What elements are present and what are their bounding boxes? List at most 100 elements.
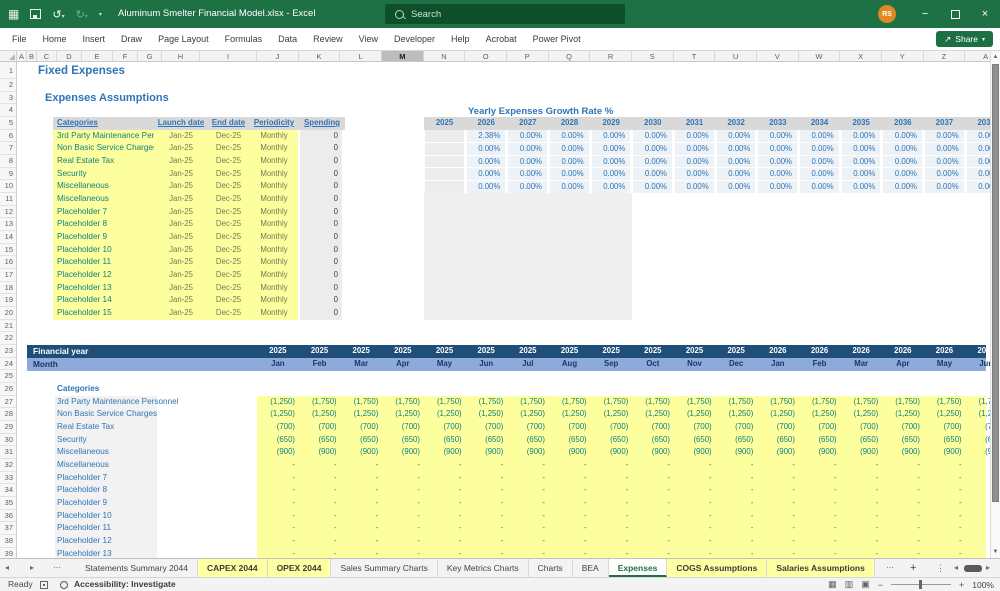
assumption-category-cell[interactable]: Placeholder 15 bbox=[57, 307, 154, 320]
growth-rate-cell[interactable]: 0.00% bbox=[883, 130, 922, 142]
assumption-category-cell[interactable]: Placeholder 14 bbox=[57, 294, 154, 307]
growth-rate-cell[interactable]: 0.00% bbox=[675, 168, 714, 180]
monthly-value-cell[interactable]: - bbox=[507, 497, 545, 510]
next-sheet-icon[interactable]: ▸ bbox=[30, 559, 34, 577]
column-header-R[interactable]: R bbox=[590, 51, 632, 62]
monthly-value-cell[interactable]: (900) bbox=[590, 446, 628, 459]
monthly-value-cell[interactable]: - bbox=[965, 535, 990, 548]
prev-sheet-icon[interactable]: ◂ bbox=[5, 559, 9, 577]
monthly-category-cell[interactable]: Placeholder 12 bbox=[55, 535, 157, 548]
assumption-end-cell[interactable]: Dec-25 bbox=[207, 307, 250, 320]
assumption-category-cell[interactable]: Placeholder 8 bbox=[57, 218, 154, 231]
growth-rate-cell[interactable] bbox=[425, 130, 464, 142]
assumption-end-cell[interactable]: Dec-25 bbox=[207, 231, 250, 244]
column-header-X[interactable]: X bbox=[840, 51, 882, 62]
assumption-category-cell[interactable]: Miscellaneous bbox=[57, 193, 154, 206]
column-header-C[interactable]: C bbox=[37, 51, 57, 62]
growth-rate-cell[interactable]: 0.00% bbox=[717, 156, 756, 168]
column-header-K[interactable]: K bbox=[299, 51, 341, 62]
growth-rate-cell[interactable]: 0.00% bbox=[842, 156, 881, 168]
assumption-category-cell[interactable]: Real Estate Tax bbox=[57, 155, 154, 168]
monthly-category-cell[interactable]: Real Estate Tax bbox=[55, 421, 157, 434]
row-header-12[interactable]: 12 bbox=[0, 206, 17, 219]
ribbon-tab-file[interactable]: File bbox=[4, 34, 35, 44]
monthly-value-cell[interactable]: - bbox=[340, 535, 378, 548]
monthly-value-cell[interactable]: - bbox=[632, 484, 670, 497]
monthly-value-cell[interactable]: (1,250) bbox=[507, 408, 545, 421]
column-header-I[interactable]: I bbox=[200, 51, 257, 62]
excel-app-icon[interactable]: ▦ bbox=[8, 8, 19, 20]
growth-rate-cell[interactable]: 0.00% bbox=[925, 181, 964, 193]
monthly-value-cell[interactable]: - bbox=[590, 522, 628, 535]
monthly-value-cell[interactable]: (650) bbox=[632, 434, 670, 447]
monthly-value-cell[interactable]: - bbox=[257, 510, 295, 523]
assumption-spending-cell[interactable]: 0 bbox=[300, 269, 338, 282]
assumption-launch-cell[interactable]: Jan-25 bbox=[155, 307, 207, 320]
monthly-value-cell[interactable]: - bbox=[424, 522, 462, 535]
assumption-category-cell[interactable]: 3rd Party Maintenance Personnel bbox=[57, 130, 154, 143]
monthly-value-cell[interactable]: (700) bbox=[674, 421, 712, 434]
monthly-value-cell[interactable]: - bbox=[882, 459, 920, 472]
row-header-6[interactable]: 6 bbox=[0, 130, 17, 143]
column-header-Y[interactable]: Y bbox=[882, 51, 924, 62]
monthly-value-cell[interactable]: - bbox=[590, 535, 628, 548]
monthly-value-cell[interactable]: - bbox=[507, 459, 545, 472]
monthly-value-cell[interactable]: (650) bbox=[257, 434, 295, 447]
monthly-value-cell[interactable]: - bbox=[840, 484, 878, 497]
column-header-E[interactable]: E bbox=[82, 51, 113, 62]
row-header-37[interactable]: 37 bbox=[0, 522, 17, 535]
monthly-value-cell[interactable]: (900) bbox=[507, 446, 545, 459]
monthly-value-cell[interactable]: (650) bbox=[549, 434, 587, 447]
assumption-spending-cell[interactable]: 0 bbox=[300, 294, 338, 307]
sheet-tab-sales-summary-charts[interactable]: Sales Summary Charts bbox=[331, 559, 437, 577]
growth-rate-cell[interactable]: 0.00% bbox=[800, 156, 839, 168]
monthly-value-cell[interactable]: - bbox=[674, 548, 712, 558]
monthly-value-cell[interactable]: - bbox=[715, 535, 753, 548]
monthly-category-cell[interactable]: Miscellaneous bbox=[55, 446, 157, 459]
vertical-scrollbar-thumb[interactable] bbox=[992, 64, 999, 502]
monthly-value-cell[interactable]: - bbox=[382, 459, 420, 472]
monthly-value-cell[interactable]: - bbox=[465, 472, 503, 485]
sheet-tab-cogs-assumptions[interactable]: COGS Assumptions bbox=[667, 559, 767, 577]
growth-rate-cell[interactable]: 0.00% bbox=[550, 156, 589, 168]
sheet-tab-cha[interactable]: Cha bbox=[875, 559, 882, 577]
monthly-value-cell[interactable]: (1,750) bbox=[549, 396, 587, 409]
assumption-end-cell[interactable]: Dec-25 bbox=[207, 142, 250, 155]
ribbon-tab-formulas[interactable]: Formulas bbox=[217, 34, 271, 44]
growth-rate-cell[interactable]: 0.00% bbox=[592, 130, 631, 142]
row-header-32[interactable]: 32 bbox=[0, 459, 17, 472]
monthly-value-cell[interactable]: - bbox=[799, 510, 837, 523]
macro-record-icon[interactable] bbox=[40, 581, 48, 589]
growth-rate-cell[interactable]: 0.00% bbox=[675, 130, 714, 142]
assumption-launch-cell[interactable]: Jan-25 bbox=[155, 130, 207, 143]
row-header-36[interactable]: 36 bbox=[0, 510, 17, 523]
growth-rate-cell[interactable]: 0.00% bbox=[550, 130, 589, 142]
row-header-8[interactable]: 8 bbox=[0, 155, 17, 168]
growth-rate-cell[interactable]: 0.00% bbox=[633, 156, 672, 168]
monthly-value-cell[interactable]: (650) bbox=[882, 434, 920, 447]
row-header-15[interactable]: 15 bbox=[0, 244, 17, 257]
column-header-S[interactable]: S bbox=[632, 51, 674, 62]
monthly-value-cell[interactable]: - bbox=[424, 459, 462, 472]
growth-rate-cell[interactable]: 0.00% bbox=[508, 143, 547, 155]
sheet-tab-charts[interactable]: Charts bbox=[529, 559, 573, 577]
growth-rate-cell[interactable]: 0.00% bbox=[633, 143, 672, 155]
row-header-11[interactable]: 11 bbox=[0, 193, 17, 206]
column-header-T[interactable]: T bbox=[674, 51, 716, 62]
monthly-value-cell[interactable]: (1,750) bbox=[382, 396, 420, 409]
zoom-out-icon[interactable]: − bbox=[878, 580, 883, 590]
monthly-value-cell[interactable]: - bbox=[465, 484, 503, 497]
scroll-up-icon[interactable]: ▲ bbox=[991, 51, 1000, 63]
monthly-value-cell[interactable]: (1,750) bbox=[799, 396, 837, 409]
monthly-value-cell[interactable]: (1,750) bbox=[632, 396, 670, 409]
monthly-category-cell[interactable]: Placeholder 8 bbox=[55, 484, 157, 497]
monthly-value-cell[interactable]: - bbox=[882, 484, 920, 497]
monthly-value-cell[interactable]: - bbox=[965, 548, 990, 558]
growth-rate-cell[interactable]: 0.00% bbox=[508, 156, 547, 168]
monthly-value-cell[interactable]: - bbox=[882, 535, 920, 548]
monthly-value-cell[interactable]: - bbox=[465, 522, 503, 535]
monthly-value-cell[interactable]: (900) bbox=[799, 446, 837, 459]
growth-rate-cell[interactable]: 0.00% bbox=[967, 168, 990, 180]
growth-rate-cell[interactable]: 0.00% bbox=[592, 156, 631, 168]
growth-rate-cell[interactable]: 0.00% bbox=[842, 168, 881, 180]
